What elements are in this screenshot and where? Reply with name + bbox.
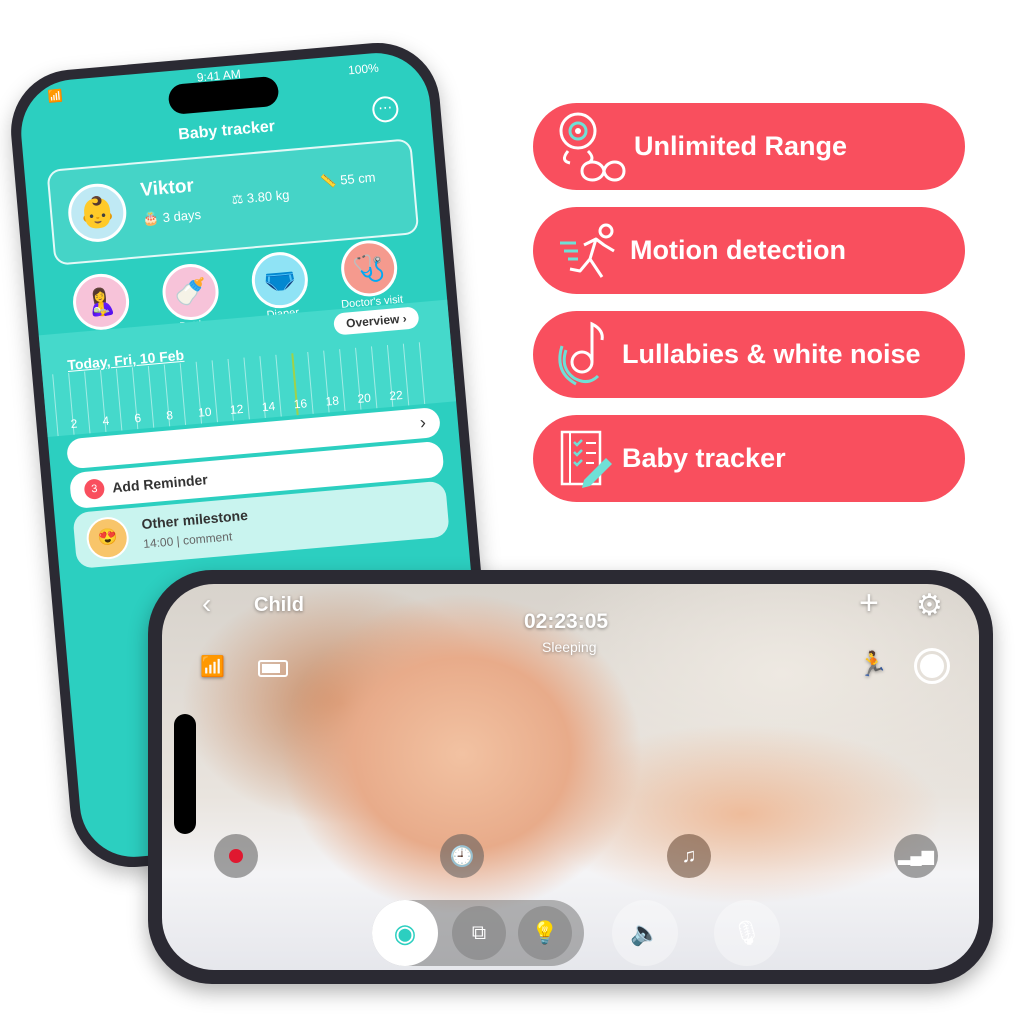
add-reminder-label: Add Reminder [111,471,209,496]
feature-unlimited-range: Unlimited Range [533,103,965,190]
timeline-tick [370,346,378,409]
battery-level: 100% [347,60,380,78]
overview-label: Overview [345,311,400,331]
date-label[interactable]: Today, Fri, 10 Feb [67,347,185,373]
timeline-hour-label: 6 [133,410,142,426]
camera-icon[interactable]: ◉ [372,900,438,966]
timeline-tick [307,351,314,414]
camera-infinity-icon [559,112,626,181]
feature-motion-detection: Motion detection [533,207,965,294]
stethoscope-icon: 🩺 [338,238,400,299]
timeline-tick [339,349,346,412]
milestone-meta: 14:00 | comment [142,529,233,552]
signal-icon[interactable]: ▂▄▆ [894,834,938,878]
bottle-icon: 🍼 [160,261,221,323]
feature-label: Unlimited Range [634,131,848,161]
height-value: 55 cm [339,169,377,188]
feature-label: Motion detection [630,235,846,265]
ruler-icon: 📏 [319,172,341,190]
camera-live-view: ‹ Child 02:23:05 Sleeping + ⚙ 📶 🏃 🕘 ♫ ▂▄… [162,584,979,970]
baby-height: 📏 55 cm [320,169,376,190]
switch-camera-icon[interactable]: ⧉ [452,906,506,960]
timeline-hour-label: 12 [229,401,244,417]
wifi-icon: 📶 [47,88,64,104]
timeline-tick [115,368,123,431]
plus-icon[interactable]: + [859,584,879,623]
running-person-icon [560,223,615,278]
timeline-hour-label: 8 [165,408,174,423]
timeline-hour-label: 10 [197,404,213,420]
breastfeeding-icon: 🤱 [70,271,132,333]
history-icon[interactable]: 🕘 [440,834,484,878]
gear-icon[interactable]: ⚙ [916,588,943,623]
snapshot-icon[interactable] [914,648,950,684]
checklist-pencil-icon [560,430,612,488]
speaker-icon[interactable]: 🔈 [612,900,678,966]
timeline-tick [84,371,91,434]
milestone-title: Other milestone [140,506,249,533]
timeline-tick [243,357,250,420]
timeline-tick [211,360,218,423]
wifi-icon: 📶 [200,656,225,678]
scale-icon: ⚖ [230,190,248,208]
chevron-left-icon[interactable]: ‹ [202,588,211,620]
weight-value: 3.80 kg [246,187,291,206]
timeline-tick [147,365,155,428]
diaper-icon: 🩲 [249,249,311,311]
sleep-status: Sleeping [542,639,597,655]
music-note-icon [558,321,604,385]
dynamic-island [174,714,196,834]
timeline-tick [418,342,426,405]
mic-muted-icon[interactable]: 🎙 [714,900,780,966]
milestone-comment: comment [182,529,233,548]
chevron-right-icon: › [418,412,427,433]
baby-name: Viktor [139,175,195,201]
timeline-tick [179,363,187,425]
reminder-badge: 3 [83,478,106,500]
cake-icon: 🎂 [142,210,164,227]
feature-label: Lullabies & white noise [622,339,921,369]
age-value: 3 days [162,206,202,226]
baby-avatar: 👶 [65,181,129,245]
night-light-icon[interactable]: 💡 [518,906,572,960]
hearts-icon: 😍 [84,515,131,561]
timeline-hour-label: 22 [388,387,404,404]
baby-weight: ⚖ 3.80 kg [231,187,290,208]
battery-icon [258,660,288,677]
category-doctor[interactable]: 🩺 Doctor's visit [326,237,414,312]
timeline-hour-label: 2 [69,416,78,431]
timeline-hour-label: 20 [356,390,372,406]
lullaby-icon[interactable]: ♫ [667,834,711,878]
feature-label: Baby tracker [622,443,786,473]
motion-icon[interactable]: 🏃 [858,650,888,679]
timeline-hour-label: 18 [325,393,340,409]
camera-phone: ‹ Child 02:23:05 Sleeping + ⚙ 📶 🏃 🕘 ♫ ▂▄… [148,570,993,984]
camera-title: Child [254,594,304,616]
record-icon[interactable] [214,834,258,878]
timeline-hour-label: 4 [101,413,110,429]
feature-baby-tracker: Baby tracker [533,415,965,502]
baby-age: 🎂 3 days [142,207,201,228]
overview-button[interactable]: Overview › [333,306,420,336]
timeline-hour-label: 14 [261,399,276,415]
session-timer: 02:23:05 [524,610,609,633]
timeline-hour-label: 16 [293,396,308,412]
feature-lullabies: Lullabies & white noise [533,311,965,398]
timeline-tick [275,354,282,417]
timeline-tick [402,343,410,406]
milestone-time: 14:00 [142,534,174,552]
timeline-tick [52,374,59,437]
